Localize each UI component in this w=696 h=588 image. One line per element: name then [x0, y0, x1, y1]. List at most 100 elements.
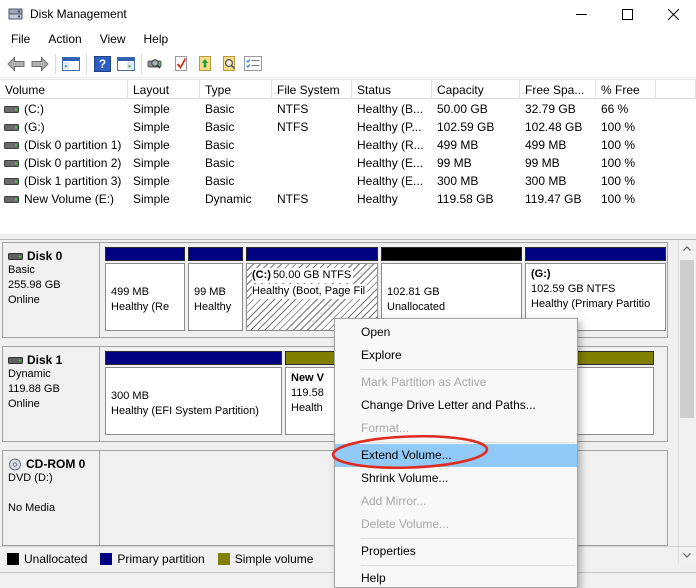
vertical-scrollbar[interactable]	[678, 240, 695, 564]
volume-icon	[4, 159, 19, 168]
cdrom-header[interactable]: CD-ROM 0 DVD (D:) No Media	[3, 451, 100, 545]
menu-file[interactable]: File	[2, 29, 39, 49]
cell-freespace: 119.47 GB	[520, 190, 596, 208]
details-icon[interactable]	[241, 53, 265, 75]
disk0-header[interactable]: Disk 0 Basic 255.98 GB Online	[3, 243, 100, 337]
column-header-volume[interactable]: Volume	[0, 80, 128, 98]
cell-status: Healthy	[352, 190, 432, 208]
menu-item-properties[interactable]: Properties	[335, 540, 577, 563]
cell-pctfree: 66 %	[596, 100, 656, 118]
search-folder-icon[interactable]	[217, 53, 241, 75]
disk-size: 255.98 GB	[8, 278, 95, 293]
cell-filesystem	[272, 154, 352, 172]
volume-name: (C:)	[24, 100, 44, 118]
forward-icon[interactable]	[28, 53, 52, 75]
cell-pctfree: 100 %	[596, 136, 656, 154]
menu-item-add-mirror: Add Mirror...	[335, 490, 577, 513]
menu-help[interactable]: Help	[135, 29, 178, 49]
menu-item-change-drive-letter[interactable]: Change Drive Letter and Paths...	[335, 394, 577, 417]
disk-icon	[8, 252, 23, 261]
partition-status: Healthy (Boot, Page Fil	[252, 284, 367, 299]
cell-layout: Simple	[128, 118, 200, 136]
title-bar: Disk Management	[0, 0, 696, 28]
column-header-filesystem[interactable]: File System	[272, 80, 352, 98]
action-pane-icon[interactable]	[114, 53, 138, 75]
disk-size: 119.88 GB	[8, 382, 95, 397]
cell-pctfree: 100 %	[596, 190, 656, 208]
cell-filesystem: NTFS	[272, 190, 352, 208]
volume-name: (Disk 0 partition 2)	[24, 154, 121, 172]
disk-name: Disk 1	[27, 353, 62, 367]
table-row[interactable]: (Disk 0 partition 2) Simple Basic Health…	[0, 154, 696, 172]
partition-efi-system[interactable]: 300 MBHealthy (EFI System Partition)	[105, 351, 282, 439]
cell-filesystem	[272, 136, 352, 154]
column-header-pctfree[interactable]: % Free	[596, 80, 656, 98]
cell-layout: Simple	[128, 136, 200, 154]
partition-disk0-1[interactable]: 499 MBHealthy (Re	[105, 247, 185, 335]
menu-item-format: Format...	[335, 417, 577, 440]
volume-list: (C:) Simple Basic NTFS Healthy (B... 50.…	[0, 100, 696, 208]
column-header-freespace[interactable]: Free Spa...	[520, 80, 596, 98]
scroll-down-icon[interactable]	[679, 547, 695, 564]
cell-type: Dynamic	[200, 190, 272, 208]
cell-layout: Simple	[128, 190, 200, 208]
partition-size: 99 MB	[194, 285, 242, 300]
pane-splitter[interactable]	[0, 233, 696, 240]
legend-swatch-primary	[100, 553, 112, 565]
app-icon	[8, 6, 24, 25]
cell-pctfree: 100 %	[596, 154, 656, 172]
legend-item-unallocated: Unallocated	[7, 552, 87, 566]
disk-type: Basic	[8, 263, 95, 278]
table-row[interactable]: (Disk 1 partition 3) Simple Basic Health…	[0, 172, 696, 190]
menu-item-help[interactable]: Help	[335, 567, 577, 588]
menu-item-delete-volume: Delete Volume...	[335, 513, 577, 536]
column-header-capacity[interactable]: Capacity	[432, 80, 520, 98]
menu-item-explore[interactable]: Explore	[335, 344, 577, 367]
disk-device-icon[interactable]	[145, 53, 169, 75]
check-status-icon[interactable]	[169, 53, 193, 75]
menu-view[interactable]: View	[91, 29, 135, 49]
console-tree-icon[interactable]	[59, 53, 83, 75]
partition-label: (C:)	[252, 268, 273, 283]
disk1-header[interactable]: Disk 1 Dynamic 119.88 GB Online	[3, 347, 100, 441]
cell-capacity: 99 MB	[432, 154, 520, 172]
menu-separator	[361, 442, 575, 443]
scrollbar-thumb[interactable]	[680, 260, 694, 418]
close-button[interactable]	[650, 0, 696, 28]
cell-status: Healthy (E...	[352, 172, 432, 190]
disk-type: Dynamic	[8, 367, 95, 382]
table-row[interactable]: (Disk 0 partition 1) Simple Basic Health…	[0, 136, 696, 154]
menu-item-shrink-volume[interactable]: Shrink Volume...	[335, 467, 577, 490]
menu-separator	[361, 565, 575, 566]
cell-freespace: 32.79 GB	[520, 100, 596, 118]
disk-management-window: Disk Management File Action View Help ? …	[0, 0, 696, 588]
table-row[interactable]: New Volume (E:) Simple Dynamic NTFS Heal…	[0, 190, 696, 208]
disk-status: Online	[8, 293, 95, 308]
cell-capacity: 499 MB	[432, 136, 520, 154]
export-icon[interactable]	[193, 53, 217, 75]
column-header-layout[interactable]: Layout	[128, 80, 200, 98]
menu-item-open[interactable]: Open	[335, 321, 577, 344]
table-row[interactable]: (C:) Simple Basic NTFS Healthy (B... 50.…	[0, 100, 696, 118]
back-icon[interactable]	[4, 53, 28, 75]
column-header-status[interactable]: Status	[352, 80, 432, 98]
minimize-button[interactable]	[558, 0, 604, 28]
svg-text:?: ?	[98, 57, 105, 71]
scroll-up-icon[interactable]	[679, 240, 695, 257]
help-icon[interactable]: ?	[90, 53, 114, 75]
partition-color-band	[105, 351, 282, 365]
cell-type: Basic	[200, 100, 272, 118]
table-row[interactable]: (G:) Simple Basic NTFS Healthy (P... 102…	[0, 118, 696, 136]
menu-item-extend-volume[interactable]: Extend Volume...	[335, 444, 577, 467]
cdrom-media-status: No Media	[8, 501, 95, 516]
partition-label: (G:)	[531, 267, 665, 282]
volume-icon	[4, 195, 19, 204]
cell-capacity: 300 MB	[432, 172, 520, 190]
toolbar-separator	[141, 54, 142, 74]
partition-disk0-2[interactable]: 99 MBHealthy	[188, 247, 243, 335]
window-title: Disk Management	[30, 7, 127, 21]
maximize-button[interactable]	[604, 0, 650, 28]
column-header-type[interactable]: Type	[200, 80, 272, 98]
partition-status: Healthy (Re	[111, 300, 184, 315]
menu-action[interactable]: Action	[39, 29, 90, 49]
